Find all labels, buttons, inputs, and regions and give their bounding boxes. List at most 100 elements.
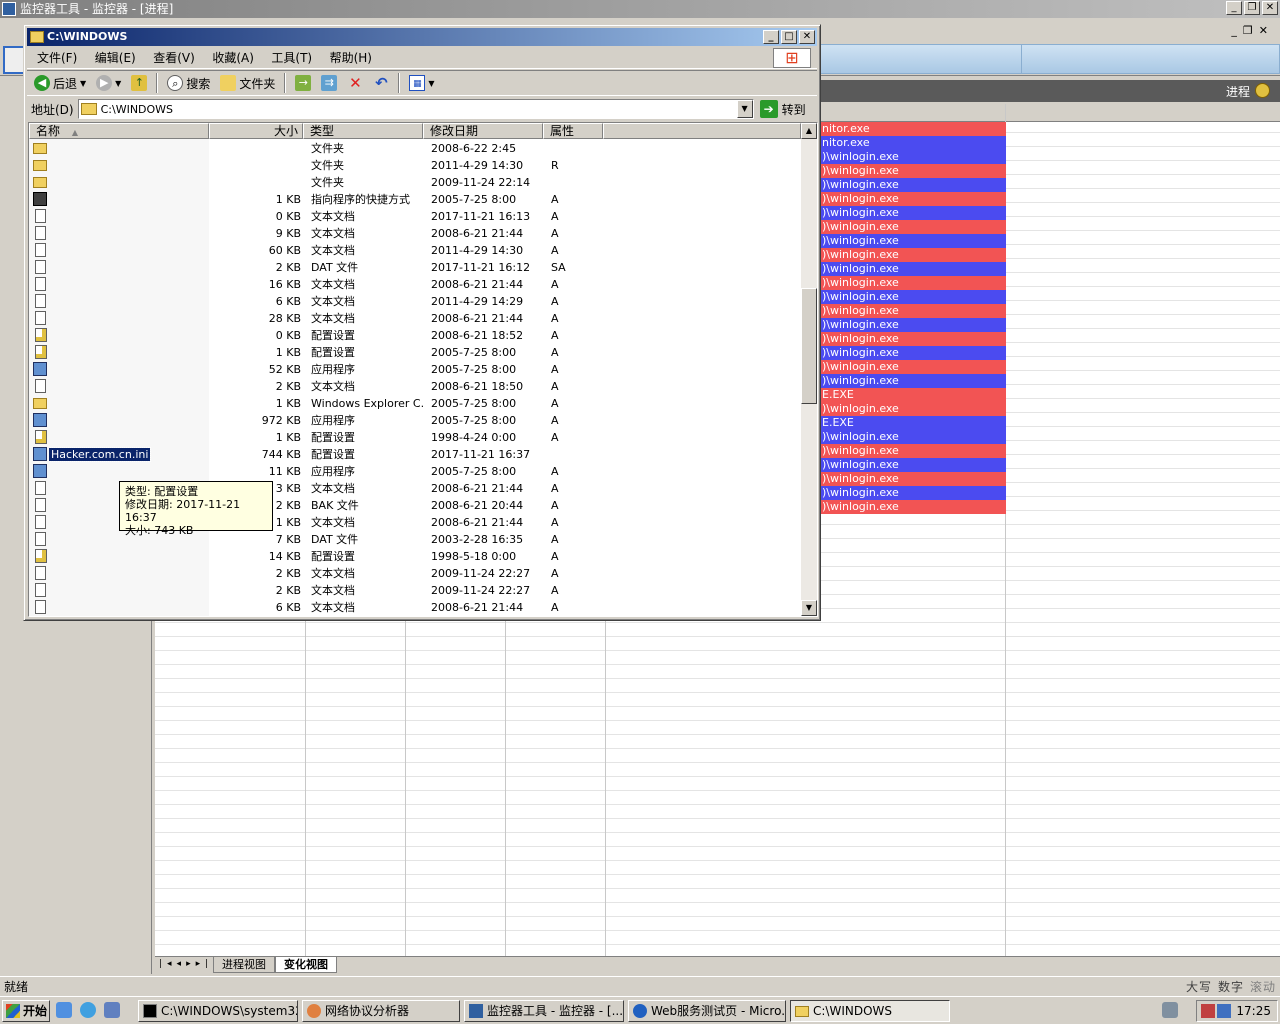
minimize-button[interactable]: _ bbox=[1226, 1, 1242, 15]
process-row[interactable]: )\winlogin.exe bbox=[820, 164, 1006, 178]
process-row[interactable]: )\winlogin.exe bbox=[820, 444, 1006, 458]
file-row[interactable]: explorer1 KBWindows Explorer C...2005-7-… bbox=[29, 395, 801, 412]
column-header-date[interactable]: 修改日期 bbox=[423, 123, 543, 139]
process-row[interactable]: )\winlogin.exe bbox=[820, 178, 1006, 192]
undo-button[interactable]: ↶ bbox=[370, 72, 392, 94]
process-row[interactable]: )\winlogin.exe bbox=[820, 472, 1006, 486]
mdi-window-controls[interactable]: _❐✕ bbox=[1231, 24, 1274, 37]
task-cmd[interactable]: C:\WINDOWS\system32... bbox=[138, 1000, 298, 1022]
quicklaunch-browser-icon[interactable] bbox=[80, 1002, 96, 1018]
file-list[interactable]: 名称 ▲ 大小 类型 修改日期 属性 twain_32文件夹2008-6-22 … bbox=[28, 122, 818, 617]
file-row[interactable]: KB941693.log2 KB文本文档2009-11-24 22:27A bbox=[29, 582, 801, 599]
menu-help[interactable]: 帮助(H) bbox=[330, 47, 372, 69]
selected-tool-icon[interactable] bbox=[3, 46, 25, 74]
move-to-button[interactable]: → bbox=[292, 72, 314, 94]
process-row[interactable]: nitor.exe bbox=[820, 122, 1006, 136]
file-row[interactable]: twain_32文件夹2008-6-22 2:45 bbox=[29, 140, 801, 157]
task-protocol-analyzer[interactable]: 网络协议分析器 bbox=[302, 1000, 460, 1022]
file-row[interactable]: hh.exe11 KB应用程序2005-7-25 8:00A bbox=[29, 463, 801, 480]
monitor-title-bar[interactable]: 监控器工具 - 监控器 - [进程] _ ❐ ✕ bbox=[0, 0, 1280, 18]
process-row[interactable]: )\winlogin.exe bbox=[820, 430, 1006, 444]
tab-process-view[interactable]: 进程视图 bbox=[213, 957, 275, 973]
up-button[interactable]: ↑ bbox=[128, 72, 150, 94]
address-dropdown-icon[interactable]: ▼ bbox=[736, 100, 753, 118]
process-row[interactable]: )\winlogin.exe bbox=[820, 332, 1006, 346]
menu-file[interactable]: 文件(F) bbox=[37, 47, 77, 69]
explorer-title-bar[interactable]: C:\WINDOWS _ □ ✕ bbox=[27, 28, 817, 46]
file-row[interactable]: aspnetocm.log9 KB文本文档2008-6-21 21:44A bbox=[29, 225, 801, 242]
file-row[interactable]: 0.log0 KB文本文档2017-11-21 16:13A bbox=[29, 208, 801, 225]
go-button[interactable]: ➔ 转到 bbox=[759, 100, 806, 118]
explorer-close-button[interactable]: ✕ bbox=[799, 30, 815, 44]
file-row[interactable]: cmsetacl.log6 KB文本文档2011-4-29 14:29A bbox=[29, 293, 801, 310]
forward-dropdown-icon[interactable]: ▼ bbox=[115, 79, 121, 88]
process-row[interactable]: )\winlogin.exe bbox=[820, 346, 1006, 360]
process-row[interactable]: )\winlogin.exe bbox=[820, 262, 1006, 276]
process-row[interactable]: )\winlogin.exe bbox=[820, 234, 1006, 248]
quicklaunch-desktop-icon[interactable] bbox=[104, 1002, 120, 1018]
task-monitor[interactable]: 监控器工具 - 监控器 - [... bbox=[464, 1000, 624, 1022]
forward-button[interactable]: ▶ ▼ bbox=[93, 72, 124, 94]
column-header-attr[interactable]: 属性 bbox=[543, 123, 603, 139]
file-row[interactable]: desktop.ini1 KB配置设置2005-7-25 8:00A bbox=[29, 344, 801, 361]
file-row[interactable]: Hacker.com.cn.ini 744 KB 配置设置 2017-11-21 16… bbox=[29, 446, 801, 463]
folders-button[interactable]: 文件夹 bbox=[217, 72, 278, 94]
file-row[interactable]: LicenOc.log6 KB文本文档2008-6-21 21:44A bbox=[29, 599, 801, 616]
scroll-down-button[interactable]: ▼ bbox=[801, 600, 817, 616]
column-header-type[interactable]: 类型 bbox=[303, 123, 423, 139]
process-row[interactable]: )\winlogin.exe bbox=[820, 458, 1006, 472]
process-row[interactable]: )\winlogin.exe bbox=[820, 486, 1006, 500]
process-row[interactable]: )\winlogin.exe bbox=[820, 304, 1006, 318]
explorer-minimize-button[interactable]: _ bbox=[763, 30, 779, 44]
back-button[interactable]: ◀ 后退 ▼ bbox=[31, 72, 89, 94]
file-row[interactable]: dialer.exe52 KB应用程序2005-7-25 8:00A bbox=[29, 361, 801, 378]
close-button[interactable]: ✕ bbox=[1262, 1, 1278, 15]
process-row[interactable]: )\winlogin.exe bbox=[820, 360, 1006, 374]
vertical-scrollbar[interactable]: ▲ ▼ bbox=[801, 123, 817, 616]
process-row[interactable]: )\winlogin.exe bbox=[820, 276, 1006, 290]
scroll-thumb[interactable] bbox=[801, 288, 817, 404]
file-row[interactable]: _default1 KB指向程序的快捷方式2005-7-25 8:00A bbox=[29, 191, 801, 208]
tab-change-view[interactable]: 变化视图 bbox=[275, 957, 337, 973]
tray-nis-icon[interactable] bbox=[1201, 1004, 1215, 1018]
restore-button[interactable]: ❐ bbox=[1244, 1, 1260, 15]
menu-favorites[interactable]: 收藏(A) bbox=[212, 47, 254, 69]
file-row[interactable]: WinSxS文件夹2009-11-24 22:14 bbox=[29, 174, 801, 191]
process-row[interactable]: )\winlogin.exe bbox=[820, 290, 1006, 304]
file-row[interactable]: KB923414.log2 KB文本文档2009-11-24 22:27A bbox=[29, 565, 801, 582]
file-row[interactable]: bitssetup.log60 KB文本文档2011-4-29 14:30A bbox=[29, 242, 801, 259]
menu-view[interactable]: 查看(V) bbox=[153, 47, 195, 69]
views-dropdown-icon[interactable]: ▼ bbox=[428, 79, 434, 88]
delete-button[interactable]: ✕ bbox=[344, 72, 366, 94]
process-row[interactable]: )\winlogin.exe bbox=[820, 402, 1006, 416]
column-header-name[interactable]: 名称 ▲ bbox=[29, 123, 209, 139]
views-button[interactable]: ▦ ▼ bbox=[406, 72, 437, 94]
scroll-up-button[interactable]: ▲ bbox=[801, 123, 817, 139]
quicklaunch-ie-icon[interactable] bbox=[56, 1002, 72, 1018]
file-row[interactable]: explorer.exe972 KB应用程序2005-7-25 8:00A bbox=[29, 412, 801, 429]
copy-to-button[interactable]: ⇉ bbox=[318, 72, 340, 94]
menu-edit[interactable]: 编辑(E) bbox=[95, 47, 136, 69]
task-web-test[interactable]: Web服务测试页 - Micro... bbox=[628, 1000, 786, 1022]
task-explorer[interactable]: C:\WINDOWS bbox=[790, 1000, 950, 1022]
start-button[interactable]: 开始 bbox=[2, 1000, 50, 1022]
process-row[interactable]: )\winlogin.exe bbox=[820, 150, 1006, 164]
file-row[interactable]: certocm.log16 KB文本文档2008-6-21 21:44A bbox=[29, 276, 801, 293]
process-row[interactable]: )\winlogin.exe bbox=[820, 192, 1006, 206]
process-row[interactable]: E.EXE bbox=[820, 416, 1006, 430]
menu-tools[interactable]: 工具(T) bbox=[271, 47, 312, 69]
file-row[interactable]: JAUTOEXP.INI14 KB配置设置1998-5-18 0:00A bbox=[29, 548, 801, 565]
file-row[interactable]: FRONTPG.INI1 KB配置设置1998-4-24 0:00A bbox=[29, 429, 801, 446]
tab-nav-arrows[interactable]: |◂◂▸▸| bbox=[159, 959, 213, 969]
file-row[interactable]: comsetup.log28 KB文本文档2008-6-21 21:44A bbox=[29, 310, 801, 327]
process-row[interactable]: )\winlogin.exe bbox=[820, 206, 1006, 220]
process-row[interactable]: )\winlogin.exe bbox=[820, 248, 1006, 262]
process-row[interactable]: )\winlogin.exe bbox=[820, 318, 1006, 332]
search-button[interactable]: ⌕ 搜索 bbox=[164, 72, 213, 94]
address-input[interactable]: C:\WINDOWS ▼ bbox=[77, 99, 754, 119]
process-row[interactable]: E.EXE bbox=[820, 388, 1006, 402]
tray-network-icon[interactable] bbox=[1162, 1002, 1178, 1018]
tray-monitor-icon[interactable] bbox=[1217, 1004, 1231, 1018]
file-row[interactable]: DtcInstall.log2 KB文本文档2008-6-21 18:50A bbox=[29, 378, 801, 395]
process-row[interactable]: )\winlogin.exe bbox=[820, 500, 1006, 514]
